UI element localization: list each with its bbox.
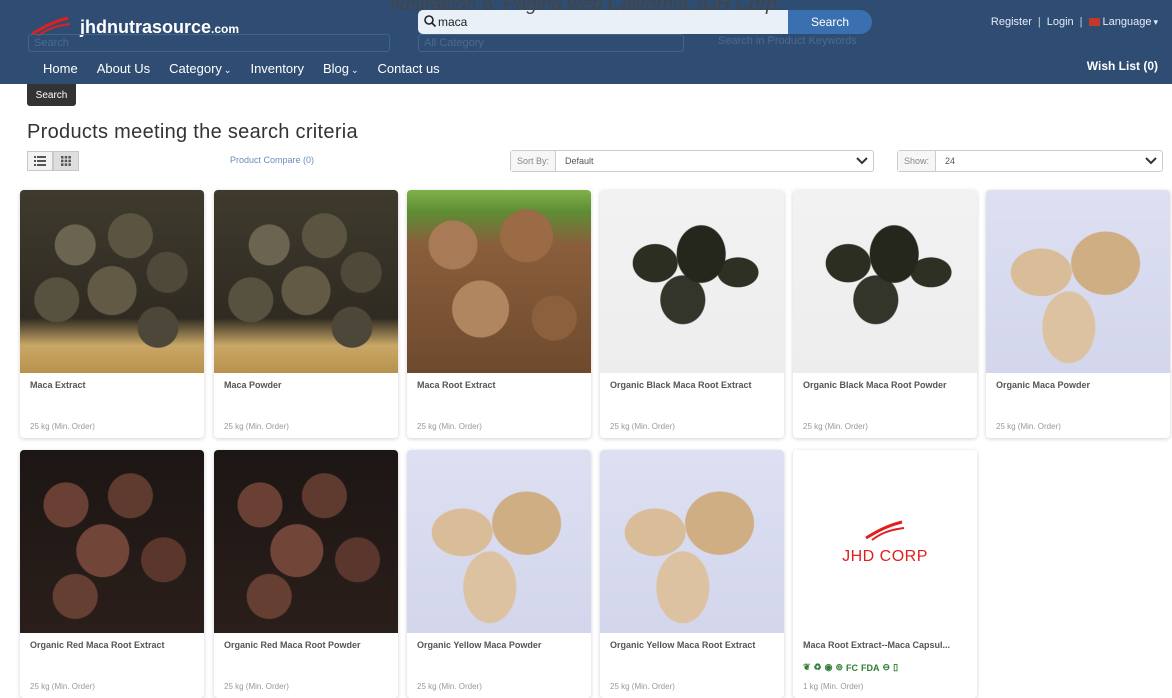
product-name[interactable]: Organic Black Maca Root Powder (803, 380, 971, 390)
product-min-order: 25 kg (Min. Order) (417, 422, 482, 431)
kosher-icon: ▯ (893, 662, 899, 672)
product-name[interactable]: Organic Red Maca Root Powder (224, 640, 392, 650)
nav-blog[interactable]: Blog ⌄ (323, 61, 359, 76)
login-link[interactable]: Login (1047, 16, 1074, 28)
page-caption: Ilustración 6: Página web California JDH… (390, 0, 782, 15)
link-separator: | (1037, 16, 1041, 28)
grid-view-button[interactable] (53, 151, 79, 171)
product-image[interactable] (20, 450, 204, 633)
show-label: Show: (898, 151, 937, 171)
view-toggle (27, 151, 79, 171)
chevron-down-icon (1140, 157, 1162, 165)
grid-icon (61, 156, 71, 166)
product-compare-link[interactable]: Product Compare (0) (230, 155, 314, 165)
ghost-category-label: All Category (424, 37, 484, 49)
product-min-order: 25 kg (Min. Order) (224, 422, 289, 431)
show-value: 24 (945, 156, 956, 166)
fda-mark: FDA (861, 662, 880, 673)
product-name[interactable]: Organic Maca Powder (996, 380, 1164, 390)
jhd-logo-icon (865, 520, 905, 541)
sidebar-search-button[interactable]: Search (27, 84, 76, 106)
wishlist-link[interactable]: Wish List (0) (1087, 59, 1158, 73)
certification-icons: ❦ ♻ ◉ ⊚ FC FDA ⊖ ▯ (803, 662, 898, 673)
chevron-down-icon: ⌄ (350, 65, 359, 75)
product-min-order: 25 kg (Min. Order) (996, 422, 1061, 431)
nav-category[interactable]: Category ⌄ (169, 61, 231, 76)
product-name[interactable]: Organic Red Maca Root Extract (30, 640, 198, 650)
product-image[interactable] (793, 190, 977, 373)
globe-icon: ◉ (824, 662, 833, 672)
product-min-order: 25 kg (Min. Order) (30, 422, 95, 431)
link-separator: | (1079, 16, 1083, 28)
nav-inventory[interactable]: Inventory (250, 61, 303, 76)
product-card[interactable]: Organic Red Maca Root Powder 25 kg (Min.… (214, 450, 398, 698)
product-image[interactable] (407, 450, 591, 633)
product-image[interactable] (214, 190, 398, 373)
ghost-search-in-label: Search in Product Keywords (718, 35, 857, 47)
chevron-down-icon: ⌄ (223, 65, 232, 75)
product-name[interactable]: Maca Powder (224, 380, 392, 390)
product-min-order: 25 kg (Min. Order) (417, 682, 482, 691)
recycle-icon: ♻ (813, 662, 822, 672)
product-min-order: 25 kg (Min. Order) (30, 682, 95, 691)
product-image[interactable] (214, 450, 398, 633)
product-card[interactable]: Maca Powder 25 kg (Min. Order) (214, 190, 398, 438)
product-name[interactable]: Organic Yellow Maca Root Extract (610, 640, 778, 650)
register-link[interactable]: Register (991, 16, 1032, 28)
account-links: Register | Login | Language ▾ (991, 16, 1158, 28)
main-nav: Home About Us Category ⌄ Inventory Blog ⌄ … (43, 61, 440, 76)
ghost-search-placeholder: Search (34, 37, 69, 49)
product-min-order: 25 kg (Min. Order) (224, 682, 289, 691)
nav-contact-us[interactable]: Contact us (378, 61, 440, 76)
product-card[interactable]: Maca Root Extract 25 kg (Min. Order) (407, 190, 591, 438)
product-card[interactable]: Maca Extract 25 kg (Min. Order) (20, 190, 204, 438)
product-card[interactable]: Organic Black Maca Root Extract 25 kg (M… (600, 190, 784, 438)
jhd-corp-logo-text: JHD CORP (842, 547, 928, 565)
product-name[interactable]: Organic Yellow Maca Powder (417, 640, 585, 650)
leaf-icon: ❦ (803, 662, 811, 672)
product-card[interactable]: Organic Maca Powder 25 kg (Min. Order) (986, 190, 1170, 438)
page-title: Products meeting the search criteria (27, 121, 358, 143)
show-count-select[interactable]: Show: 24 (897, 150, 1163, 172)
product-name[interactable]: Maca Root Extract--Maca Capsul... (803, 640, 971, 650)
product-image[interactable] (986, 190, 1170, 373)
product-image[interactable] (600, 450, 784, 633)
caret-down-icon: ▾ (1153, 17, 1158, 27)
product-card[interactable]: Organic Yellow Maca Powder 25 kg (Min. O… (407, 450, 591, 698)
flag-icon (1088, 18, 1100, 27)
language-dropdown[interactable]: Language ▾ (1088, 16, 1158, 28)
product-image[interactable] (20, 190, 204, 373)
product-min-order: 1 kg (Min. Order) (803, 682, 864, 691)
halal-icon: ⊖ (882, 662, 891, 672)
product-image[interactable]: JHD CORP (793, 450, 977, 633)
product-min-order: 25 kg (Min. Order) (610, 682, 675, 691)
product-card[interactable]: Organic Black Maca Root Powder 25 kg (Mi… (793, 190, 977, 438)
product-min-order: 25 kg (Min. Order) (610, 422, 675, 431)
sort-select[interactable]: Sort By: Default (510, 150, 874, 172)
product-name[interactable]: Organic Black Maca Root Extract (610, 380, 778, 390)
product-image[interactable] (600, 190, 784, 373)
product-name[interactable]: Maca Root Extract (417, 380, 585, 390)
product-image[interactable] (407, 190, 591, 373)
product-card[interactable]: JHD CORP Maca Root Extract--Maca Capsul.… (793, 450, 977, 698)
fc-mark: FC (846, 662, 859, 673)
search-icon (424, 15, 437, 28)
product-card[interactable]: Organic Red Maca Root Extract 25 kg (Min… (20, 450, 204, 698)
sort-value: Default (565, 156, 594, 166)
product-name[interactable]: Maca Extract (30, 380, 198, 390)
iso-icon: ⊚ (835, 662, 844, 672)
list-view-button[interactable] (27, 151, 53, 171)
nav-about-us[interactable]: About Us (97, 61, 150, 76)
list-icon (34, 156, 46, 166)
ghost-search-box (28, 34, 390, 52)
product-card[interactable]: Organic Yellow Maca Root Extract 25 kg (… (600, 450, 784, 698)
product-min-order: 25 kg (Min. Order) (803, 422, 868, 431)
chevron-down-icon (851, 157, 873, 165)
nav-home[interactable]: Home (43, 61, 78, 76)
sort-label: Sort By: (511, 151, 557, 171)
